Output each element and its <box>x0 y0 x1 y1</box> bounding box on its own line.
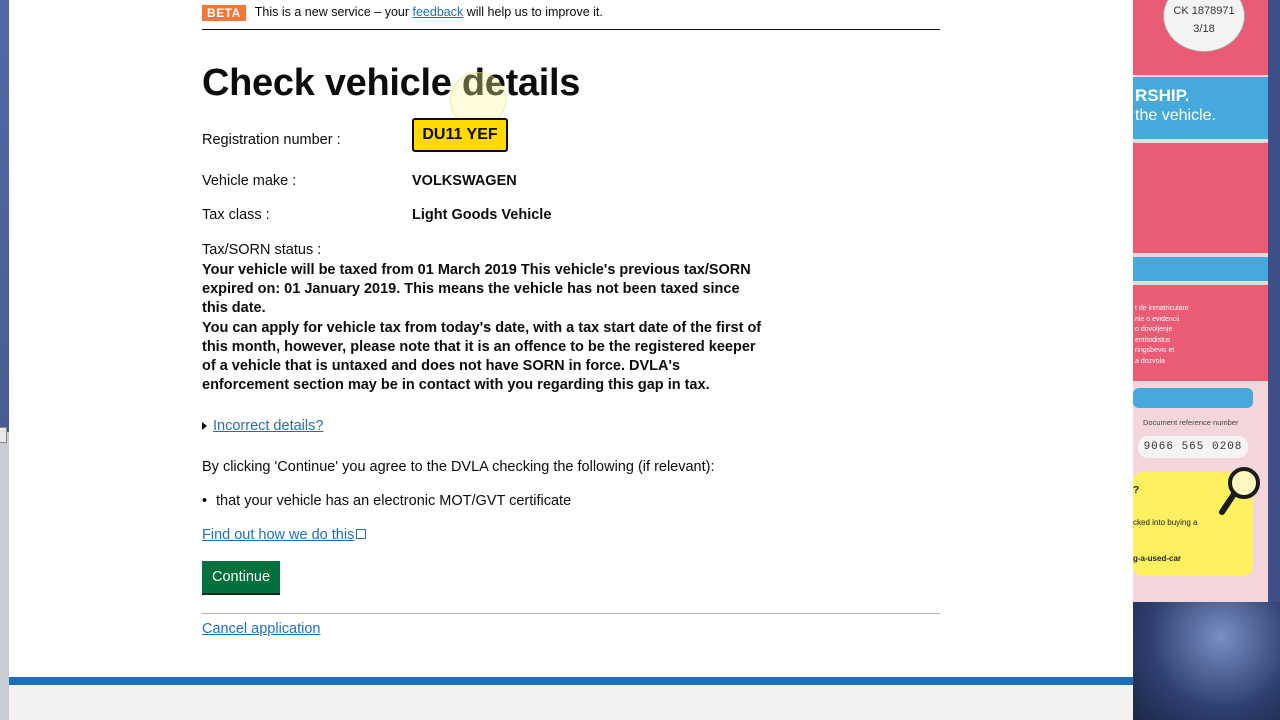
beta-tag: BETA <box>202 4 246 21</box>
doc-language-list: t de inmatriculare nie o evidencii o dov… <box>1135 305 1189 365</box>
banner-text-before: This is a new service – your <box>254 4 410 19</box>
pink-band <box>1133 143 1268 253</box>
find-out-link-wrapper: Find out how we do this <box>202 527 367 543</box>
tax-sorn-status-text: Your vehicle will be taxed from 01 March… <box>202 261 762 395</box>
make-label: Vehicle make : <box>202 173 297 189</box>
tax-sorn-status-label: Tax/SORN status : <box>202 242 322 258</box>
doc-yellow-line-2: g-a-used-car <box>1133 554 1182 563</box>
browser-page: BETA This is a new service – your feedba… <box>9 0 1133 720</box>
feedback-link[interactable]: feedback <box>413 5 464 19</box>
make-value: VOLKSWAGEN <box>412 173 517 189</box>
tax-class-value: Light Goods Vehicle <box>412 207 552 223</box>
stamp-line-1: CK 1878971 <box>1173 5 1235 17</box>
continue-button[interactable]: Continue <box>202 561 280 593</box>
list-item: that your vehicle has an electronic MOT/… <box>202 493 571 509</box>
document-photo: CK 1878971 3/18 RSHIP. the vehicle. t de… <box>1133 0 1280 720</box>
magnifier-icon <box>1219 467 1260 515</box>
doc-ref-number: 9066 565 0208 <box>1138 436 1248 458</box>
desktop-left-strip <box>0 0 9 720</box>
divider <box>202 613 940 614</box>
find-out-link[interactable]: Find out how we do this <box>202 527 354 543</box>
blue-band <box>1133 257 1268 281</box>
banner-text-after: will help us to improve it. <box>466 4 603 19</box>
cancel-application-link[interactable]: Cancel application <box>202 621 321 637</box>
doc-heading: RSHIP. <box>1135 86 1190 105</box>
status-paragraph-1: Your vehicle will be taxed from 01 March… <box>202 262 751 317</box>
incorrect-details-link[interactable]: Incorrect details? <box>213 418 323 434</box>
doc-ref-label: Document reference number <box>1143 418 1239 427</box>
disclosure-triangle-icon <box>202 422 207 430</box>
blue-band <box>1133 388 1253 408</box>
external-link-icon <box>356 529 367 539</box>
background-night-sky <box>1133 602 1280 720</box>
stamp-line-2: 3/18 <box>1193 23 1215 35</box>
phase-banner: BETA This is a new service – your feedba… <box>202 0 940 30</box>
incorrect-details-toggle[interactable]: Incorrect details? <box>202 418 323 434</box>
registration-label: Registration number : <box>202 132 341 148</box>
doc-yellow-q: ? <box>1133 485 1140 496</box>
doc-subheading: the vehicle. <box>1135 107 1216 124</box>
page-title: Check vehicle details <box>202 62 581 104</box>
footer <box>9 685 1133 720</box>
agree-text: By clicking 'Continue' you agree to the … <box>202 459 715 475</box>
registration-plate: DU11 YEF <box>412 118 508 152</box>
footer-top-border <box>9 677 1133 685</box>
status-paragraph-2: You can apply for vehicle tax from today… <box>202 319 762 394</box>
tax-class-label: Tax class : <box>202 207 270 223</box>
doc-yellow-line-1: cked into buying a <box>1133 518 1198 527</box>
window-edge <box>0 427 7 443</box>
phase-banner-text: This is a new service – your feedback wi… <box>255 5 603 19</box>
